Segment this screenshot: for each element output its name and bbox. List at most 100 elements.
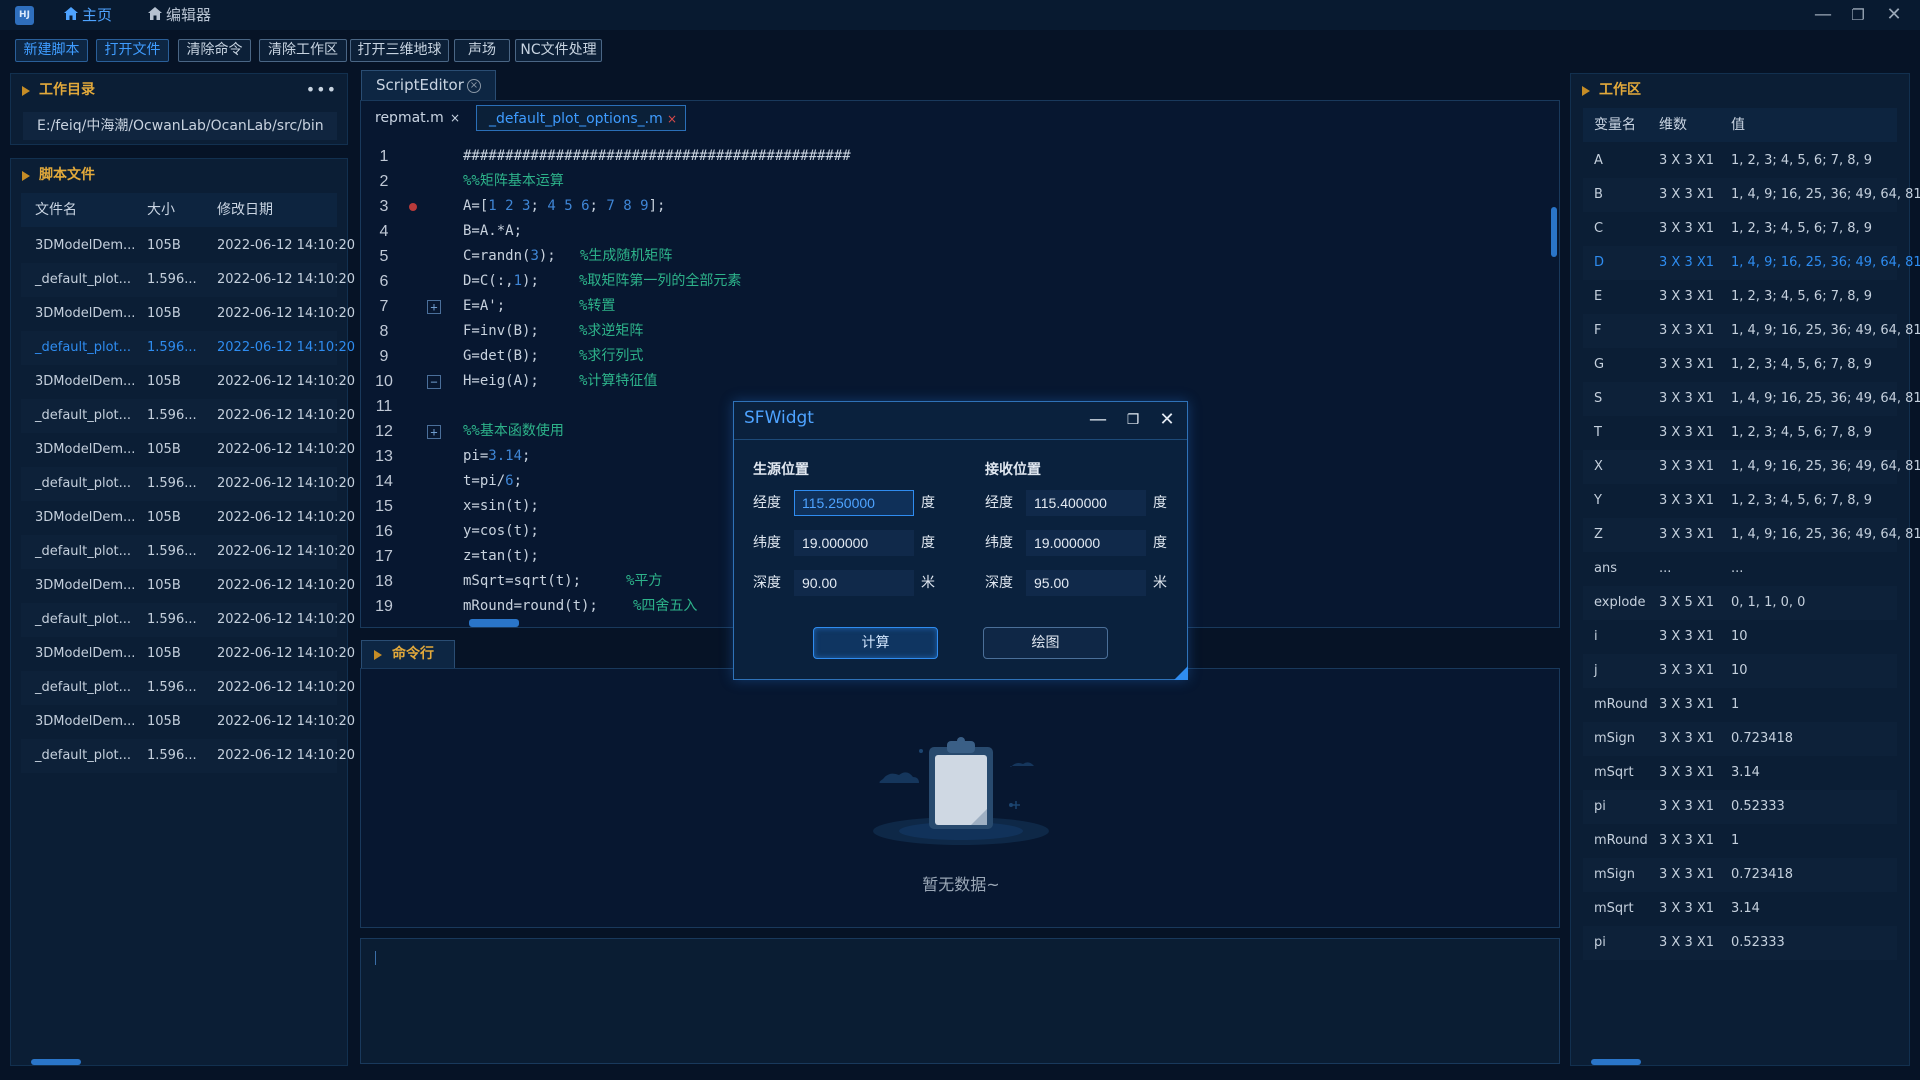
variable-row[interactable]: j 3 X 3 X1 10: [1583, 654, 1897, 688]
variable-row[interactable]: X 3 X 3 X1 1, 4, 9; 16, 25, 36; 49, 64, 81: [1583, 450, 1920, 484]
file-row[interactable]: _default_plot... 1.596... 2022-06-12 14:10…: [21, 739, 355, 773]
variable-row[interactable]: G 3 X 3 X1 1, 2, 3; 4, 5, 6; 7, 8, 9: [1583, 348, 1897, 382]
open-file-button[interactable]: 打开文件: [96, 39, 169, 62]
variable-row[interactable]: S 3 X 3 X1 1, 4, 9; 16, 25, 36; 49, 64, 81: [1583, 382, 1920, 416]
variable-row[interactable]: B 3 X 3 X1 1, 4, 9; 16, 25, 36; 49, 64, 81: [1583, 178, 1920, 212]
receiver-longitude-input[interactable]: 115.400000: [1026, 490, 1146, 516]
column-size[interactable]: 大小: [147, 193, 175, 227]
variable-row[interactable]: F 3 X 3 X1 1, 4, 9; 16, 25, 36; 49, 64, 81: [1583, 314, 1920, 348]
file-name: _default_plot...: [35, 272, 132, 287]
file-row[interactable]: 3DModelDem... 105B 2022-06-12 14:10:20: [21, 365, 355, 399]
variable-row[interactable]: i 3 X 3 X1 10: [1583, 620, 1897, 654]
clear-workspace-button[interactable]: 清除工作区: [259, 39, 347, 62]
minimize-button[interactable]: —: [1809, 3, 1837, 27]
variable-row[interactable]: mSqrt 3 X 3 X1 3.14: [1583, 756, 1897, 790]
tab-script-editor[interactable]: ScriptEditor ×: [361, 70, 496, 100]
file-row[interactable]: _default_plot... 1.596... 2022-06-12 14:10…: [21, 671, 355, 705]
horizontal-scrollbar[interactable]: [31, 1059, 81, 1065]
expand-fold-icon[interactable]: +: [427, 425, 441, 439]
variable-row[interactable]: Z 3 X 3 X1 1, 4, 9; 16, 25, 36; 49, 64, 81: [1583, 518, 1920, 552]
variable-row[interactable]: mSign 3 X 3 X1 0.723418: [1583, 858, 1897, 892]
horizontal-scrollbar[interactable]: [469, 619, 519, 627]
file-row[interactable]: 3DModelDem... 105B 2022-06-12 14:10:20: [21, 433, 355, 467]
variable-row[interactable]: Y 3 X 3 X1 1, 2, 3; 4, 5, 6; 7, 8, 9: [1583, 484, 1897, 518]
expand-triangle-icon[interactable]: [1582, 86, 1590, 96]
source-latitude-input[interactable]: 19.000000: [794, 530, 914, 556]
command-input[interactable]: [360, 938, 1560, 1064]
dialog-minimize-button[interactable]: —: [1086, 408, 1110, 432]
tab-editor[interactable]: 编辑器: [148, 5, 211, 25]
more-icon[interactable]: •••: [306, 80, 337, 99]
close-window-button[interactable]: ✕: [1880, 3, 1908, 27]
receiver-depth-input[interactable]: 95.00: [1026, 570, 1146, 596]
variable-row[interactable]: C 3 X 3 X1 1, 2, 3; 4, 5, 6; 7, 8, 9: [1583, 212, 1897, 246]
horizontal-scrollbar[interactable]: [1591, 1059, 1641, 1065]
nc-file-button[interactable]: NC文件处理: [515, 39, 602, 62]
file-row[interactable]: _default_plot... 1.596... 2022-06-12 14:10…: [21, 263, 355, 297]
variable-row[interactable]: mSign 3 X 3 X1 0.723418: [1583, 722, 1897, 756]
clear-command-button[interactable]: 清除命令: [178, 39, 251, 62]
file-name: _default_plot...: [35, 748, 132, 763]
variable-row[interactable]: D 3 X 3 X1 1, 4, 9; 16, 25, 36; 49, 64, 81: [1583, 246, 1920, 280]
variable-row[interactable]: ans......: [1583, 552, 1897, 586]
file-name: _default_plot...: [35, 680, 132, 695]
restore-button[interactable]: ❐: [1844, 3, 1872, 27]
code-text: H=eig(A);: [463, 373, 539, 389]
variable-row[interactable]: pi 3 X 3 X1 0.52333: [1583, 790, 1897, 824]
new-script-button[interactable]: 新建脚本: [15, 39, 88, 62]
file-name: 3DModelDem...: [35, 646, 136, 661]
file-row[interactable]: _default_plot... 1.596... 2022-06-12 14:10…: [21, 467, 355, 501]
dialog-close-button[interactable]: ✕: [1155, 408, 1179, 432]
collapse-fold-icon[interactable]: −: [427, 375, 441, 389]
close-icon[interactable]: ×: [450, 105, 460, 131]
variable-row[interactable]: mRound 3 X 3 X1 1: [1583, 824, 1897, 858]
file-row[interactable]: 3DModelDem... 105B 2022-06-12 14:10:20: [21, 297, 355, 331]
code-text: t=pi/6;: [463, 473, 523, 489]
variable-name: mSign: [1594, 867, 1636, 882]
receiver-latitude-input[interactable]: 19.000000: [1026, 530, 1146, 556]
dialog-restore-button[interactable]: ❐: [1121, 408, 1145, 432]
variable-row[interactable]: mSqrt 3 X 3 X1 3.14: [1583, 892, 1897, 926]
column-dimension[interactable]: 维数: [1659, 108, 1687, 142]
resize-grip-icon[interactable]: [1174, 666, 1188, 680]
source-depth-input[interactable]: 90.00: [794, 570, 914, 596]
variable-row[interactable]: A 3 X 3 X1 1, 2, 3; 4, 5, 6; 7, 8, 9: [1583, 144, 1897, 178]
file-row[interactable]: _default_plot... 1.596... 2022-06-12 14:10…: [21, 331, 355, 365]
file-row[interactable]: 3DModelDem... 105B 2022-06-12 14:10:20: [21, 229, 355, 263]
expand-triangle-icon[interactable]: [22, 86, 30, 96]
file-tab-repmat[interactable]: repmat.m ×: [363, 105, 468, 131]
variable-row[interactable]: explode 3 X 5 X1 0, 1, 1, 0, 0: [1583, 586, 1897, 620]
variable-row[interactable]: mRound 3 X 3 X1 1: [1583, 688, 1897, 722]
column-value[interactable]: 值: [1731, 108, 1745, 142]
plot-button[interactable]: 绘图: [983, 627, 1108, 659]
file-row[interactable]: 3DModelDem... 105B 2022-06-12 14:10:20: [21, 637, 355, 671]
open-3d-globe-button[interactable]: 打开三维地球: [350, 39, 449, 62]
variable-row[interactable]: pi 3 X 3 X1 0.52333: [1583, 926, 1897, 960]
expand-fold-icon[interactable]: +: [427, 300, 441, 314]
variable-row[interactable]: T 3 X 3 X1 1, 2, 3; 4, 5, 6; 7, 8, 9: [1583, 416, 1897, 450]
variable-row[interactable]: E 3 X 3 X1 1, 2, 3; 4, 5, 6; 7, 8, 9: [1583, 280, 1897, 314]
file-row[interactable]: _default_plot... 1.596... 2022-06-12 14:10…: [21, 399, 355, 433]
breakpoint-icon[interactable]: [406, 200, 420, 214]
code-text: x=sin(t);: [463, 498, 539, 514]
calculate-button[interactable]: 计算: [813, 627, 938, 659]
vertical-scrollbar[interactable]: [1551, 207, 1557, 257]
file-row[interactable]: _default_plot... 1.596... 2022-06-12 14:10…: [21, 535, 355, 569]
sound-field-button[interactable]: 声场: [454, 39, 510, 62]
column-filename[interactable]: 文件名: [35, 193, 77, 227]
file-row[interactable]: _default_plot... 1.596... 2022-06-12 14:10…: [21, 603, 355, 637]
file-row[interactable]: 3DModelDem... 105B 2022-06-12 14:10:20: [21, 501, 355, 535]
expand-triangle-icon[interactable]: [22, 171, 30, 181]
workdir-path[interactable]: E:/feiq/中海潮/OcwanLab/OcanLab/src/bin: [23, 112, 337, 140]
tab-home[interactable]: 主页: [64, 5, 112, 25]
close-icon[interactable]: ×: [667, 106, 677, 132]
file-row[interactable]: 3DModelDem... 105B 2022-06-12 14:10:20: [21, 569, 355, 603]
source-longitude-input[interactable]: 115.250000: [794, 490, 914, 516]
column-modified[interactable]: 修改日期: [217, 193, 273, 227]
column-variable[interactable]: 变量名: [1594, 108, 1636, 142]
close-icon[interactable]: ×: [467, 79, 481, 93]
file-row[interactable]: 3DModelDem... 105B 2022-06-12 14:10:20: [21, 705, 355, 739]
file-tab-default-plot[interactable]: _default_plot_options_.m ×: [476, 105, 686, 131]
code-text: G=det(B);: [463, 348, 539, 364]
tab-command-line[interactable]: 命令行: [361, 640, 455, 668]
